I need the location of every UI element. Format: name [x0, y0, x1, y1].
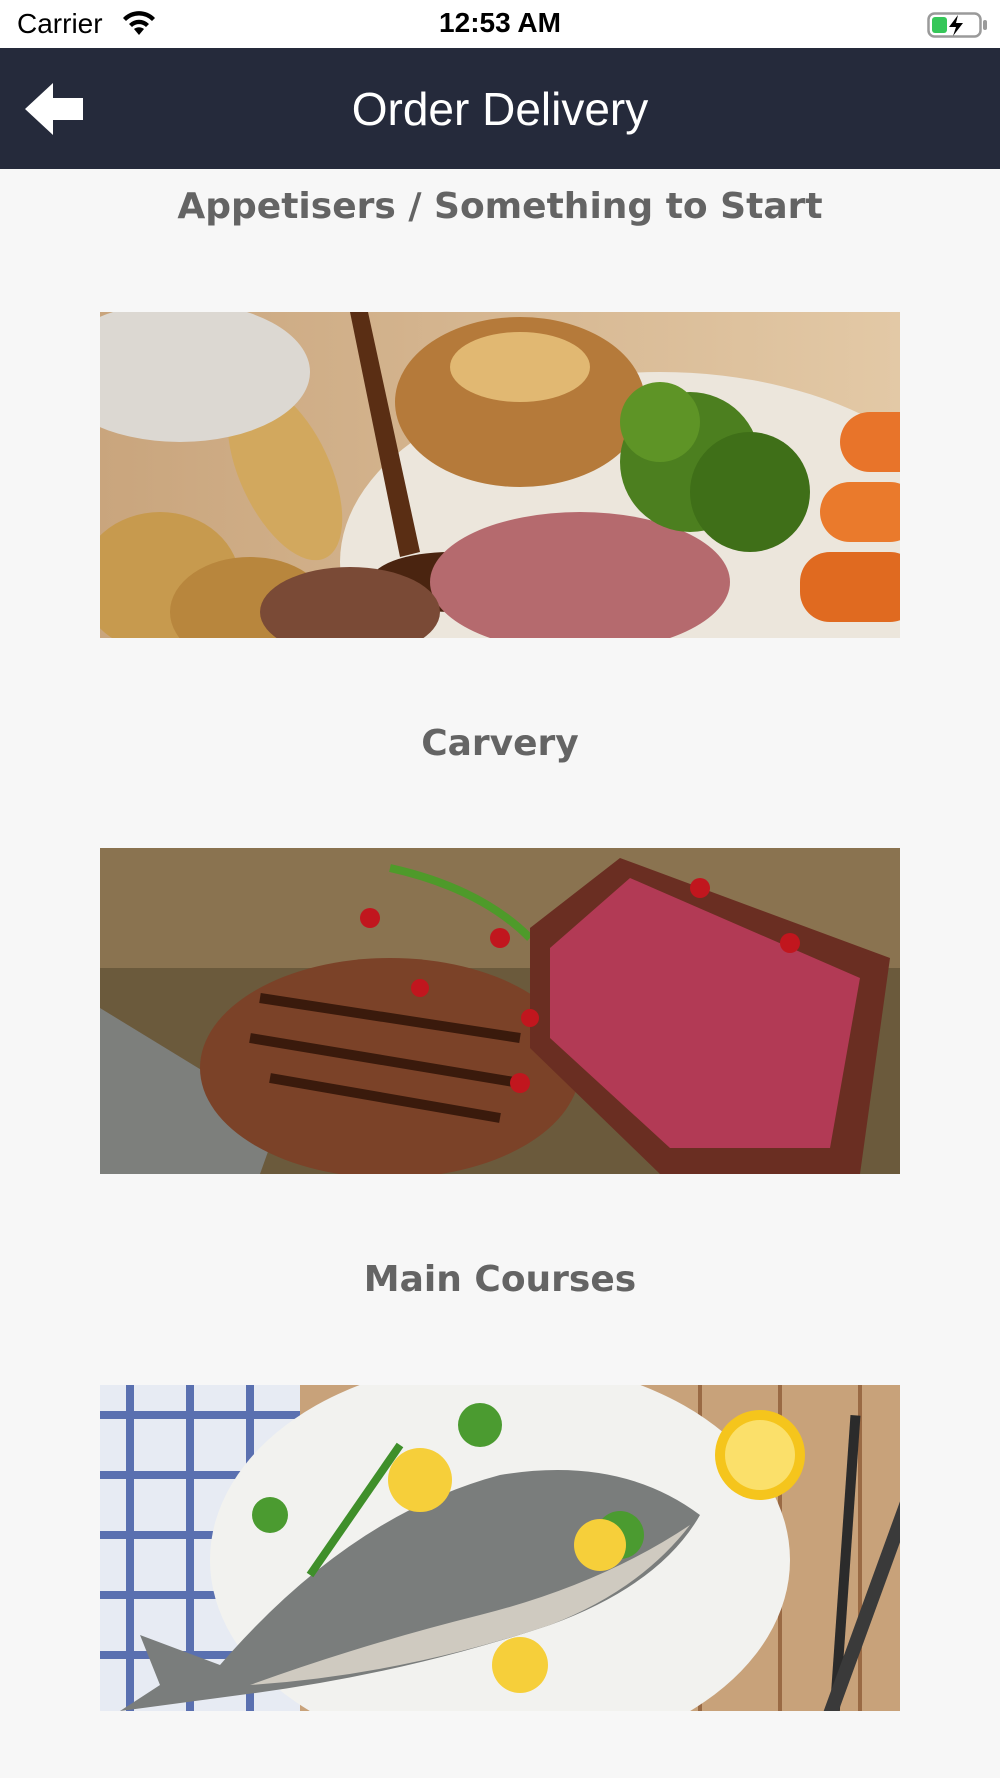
steak-photo — [100, 848, 900, 1174]
section-title-carvery: Carvery — [421, 723, 579, 764]
category-image-appetisers[interactable] — [100, 312, 900, 638]
section-title-appetisers: Appetisers / Something to Start — [177, 186, 823, 227]
category-image-main-courses[interactable] — [100, 1385, 900, 1711]
section-title-main-courses: Main Courses — [363, 1259, 637, 1300]
status-bar: Carrier 12:53 AM — [0, 0, 1000, 48]
grilled-fish-photo — [100, 1385, 900, 1711]
roast-dinner-photo — [100, 312, 900, 638]
nav-bar: Order Delivery — [0, 48, 1000, 169]
category-image-carvery[interactable] — [100, 848, 900, 1174]
page-title: Order Delivery — [351, 83, 649, 135]
battery-charging-icon — [927, 12, 987, 38]
status-time: 12:53 AM — [439, 7, 561, 38]
